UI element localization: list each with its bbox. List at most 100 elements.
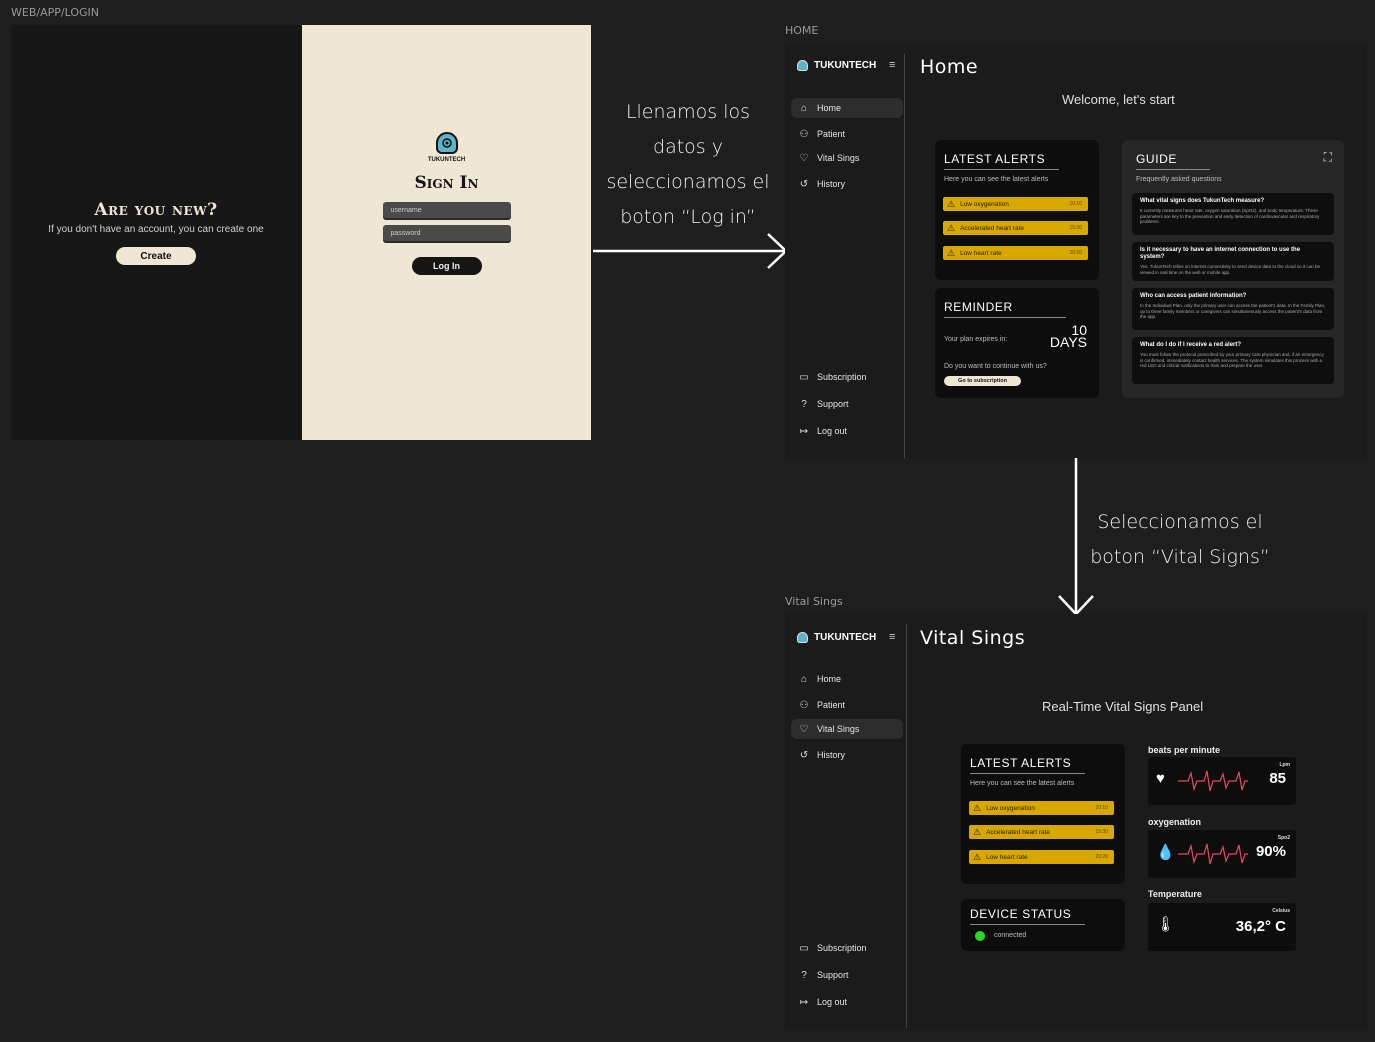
nav-label: Vital Sings — [817, 724, 860, 734]
guide-card: GUIDE Frequently asked questions ⛶ What … — [1122, 140, 1344, 398]
faq-item[interactable]: What do I do if I receive a red alert? Yo… — [1132, 337, 1334, 384]
sidebar-item-patient[interactable]: ⚇ Patient — [791, 695, 903, 715]
alert-item[interactable]: ⚠ Low heart rate 20:20 — [943, 246, 1088, 260]
sidebar-item-home[interactable]: ⌂ Home — [791, 669, 903, 689]
sign-in-title: Sign In — [414, 173, 479, 193]
latest-alerts-card: LATEST ALERTS Here you can see the lates… — [961, 744, 1125, 884]
hamburger-menu-icon[interactable]: ≡ — [889, 59, 895, 71]
instruction-line: datos y — [653, 136, 723, 158]
oxygen-drop-icon: 💧 — [1156, 844, 1175, 861]
sidebar-item-subscription[interactable]: ▭ Subscription — [791, 367, 903, 387]
faq-question: Is it necessary to have an internet conn… — [1140, 247, 1301, 260]
welcome-text: Welcome, let's start — [1062, 92, 1175, 107]
register-panel: Are you new? If you don't have an accoun… — [11, 25, 301, 440]
instruction-line: Llenamos los — [625, 101, 751, 123]
faq-item[interactable]: Who can access patient information? In th… — [1132, 288, 1334, 330]
go-to-subscription-button[interactable]: Go to subscription — [944, 376, 1021, 386]
instruction-line: boton “Vital Signs” — [1090, 546, 1270, 568]
alert-label: Accelerated heart rate — [960, 224, 1025, 232]
nav-label: Log out — [817, 426, 848, 436]
sidebar-item-log-out[interactable]: ↦ Log out — [791, 421, 903, 441]
logout-icon: ↦ — [799, 996, 809, 1008]
oxygenation-value: 90% — [1255, 843, 1286, 860]
temperature-label: Temperature — [1148, 889, 1202, 899]
faq-answer: Yes, TukunTech relies on internet connec… — [1140, 264, 1320, 275]
sidebar-item-subscription[interactable]: ▭ Subscription — [791, 938, 903, 958]
warning-icon: ⚠ — [947, 222, 956, 233]
tukuntech-logo-icon — [435, 132, 458, 154]
are-you-new-title: Are you new? — [94, 200, 218, 220]
card-title: DEVICE STATUS — [970, 907, 1085, 925]
help-icon: ? — [801, 398, 807, 410]
vital-sings-screen: TUKUNTECH ≡ ⌂ Home ⚇ Patient ♡ Vital Sings … — [785, 614, 1367, 1030]
instruction-line: Seleccionamos el — [1097, 511, 1263, 533]
alert-item[interactable]: ⚠ Accelerated heart rate 15:30 — [969, 825, 1114, 839]
faq-question: What do I do if I receive a red alert? — [1140, 342, 1242, 348]
warning-icon: ⚠ — [973, 826, 982, 837]
nav-label: History — [817, 179, 846, 189]
log-in-button[interactable]: Log In — [411, 257, 482, 275]
instruction-step-2: Seleccionamos el boton “Vital Signs” — [1090, 505, 1270, 575]
expand-icon[interactable]: ⛶ — [1324, 150, 1332, 165]
alert-time: 10:10 — [1095, 805, 1108, 811]
help-icon: ? — [801, 969, 807, 981]
nav-label: Vital Sings — [817, 153, 860, 163]
warning-icon: ⚠ — [973, 802, 982, 813]
nav-label: Patient — [817, 129, 846, 139]
device-status-card: DEVICE STATUS connected — [961, 899, 1125, 951]
sidebar-item-history[interactable]: ↺ History — [791, 745, 903, 765]
register-hint: If you don't have an account, you can cr… — [48, 224, 264, 235]
faq-item[interactable]: Is it necessary to have an internet conn… — [1132, 242, 1334, 281]
patient-icon: ⚇ — [799, 699, 809, 711]
brand: TUKUNTECH — [797, 632, 876, 643]
tukuntech-logo-icon — [797, 632, 808, 643]
faq-answer: In the Individual Plan, only the primary… — [1140, 303, 1326, 319]
username-field[interactable]: username — [382, 202, 511, 218]
sidebar-item-patient[interactable]: ⚇ Patient — [791, 124, 903, 144]
oxygenation-card: Spo2 💧 90% — [1148, 830, 1296, 878]
nav-label: Home — [817, 674, 842, 684]
brand: TUKUNTECH — [797, 60, 876, 71]
sidebar-item-log-out[interactable]: ↦ Log out — [791, 992, 903, 1012]
latest-alerts-card: LATEST ALERTS Here you can see the lates… — [935, 140, 1099, 280]
alert-item[interactable]: ⚠ Low oxygenation 10:10 — [969, 801, 1114, 815]
temperature-unit: Celsius — [1272, 908, 1290, 914]
sidebar: TUKUNTECH ≡ ⌂ Home ⚇ Patient ♡ Vital Sings … — [785, 54, 905, 458]
sidebar-item-vital-sings[interactable]: ♡ Vital Sings — [791, 148, 903, 168]
warning-icon: ⚠ — [973, 851, 982, 862]
password-field[interactable]: password — [382, 225, 511, 241]
sidebar-item-support[interactable]: ? Support — [791, 394, 903, 414]
bpm-unit: Lpm — [1279, 762, 1290, 768]
alert-time: 20:20 — [1069, 250, 1082, 256]
alert-item[interactable]: ⚠ Low oxygenation 10:10 — [943, 197, 1088, 211]
arrow-right-icon — [593, 233, 788, 269]
instruction-step-1: Llenamos los datos y seleccionamos el bo… — [598, 95, 778, 235]
alert-item[interactable]: ⚠ Accelerated heart rate 15:30 — [943, 221, 1088, 235]
sidebar-item-support[interactable]: ? Support — [791, 965, 903, 985]
sidebar-item-history[interactable]: ↺ History — [791, 174, 903, 194]
sidebar-item-home[interactable]: ⌂ Home — [791, 98, 903, 118]
warning-icon: ⚠ — [947, 198, 956, 209]
hamburger-menu-icon[interactable]: ≡ — [889, 631, 895, 643]
alert-label: Low heart rate — [960, 249, 1002, 257]
nav-label: Support — [817, 970, 849, 980]
card-title: GUIDE — [1136, 152, 1210, 170]
continue-question: Do you want to continue with us? — [944, 363, 1047, 370]
heart-rate-icon: ♥ — [1156, 770, 1165, 787]
alert-item[interactable]: ⚠ Low heart rate 20:20 — [969, 850, 1114, 864]
faq-item[interactable]: What vital signs does TukunTech measure?… — [1132, 193, 1334, 235]
card-title: LATEST ALERTS — [970, 756, 1085, 774]
faq-answer: It currently measures heart rate, oxygen… — [1140, 208, 1320, 224]
sidebar-item-vital-sings[interactable]: ♡ Vital Sings — [791, 719, 903, 739]
card-subtitle: Frequently asked questions — [1136, 176, 1222, 183]
reminder-card: REMINDER Your plan expires in: 10 DAYS D… — [935, 288, 1099, 398]
card-subtitle: Here you can see the latest alerts — [944, 176, 1049, 183]
create-button[interactable]: Create — [116, 247, 196, 265]
nav-label: Patient — [817, 700, 846, 710]
brand-name: TUKUNTECH — [427, 157, 466, 163]
arrow-down-icon — [1058, 458, 1094, 616]
status-dot-icon — [975, 931, 985, 941]
bpm-value: 85 — [1269, 770, 1286, 787]
nav-label: History — [817, 750, 846, 760]
history-icon: ↺ — [799, 178, 809, 190]
